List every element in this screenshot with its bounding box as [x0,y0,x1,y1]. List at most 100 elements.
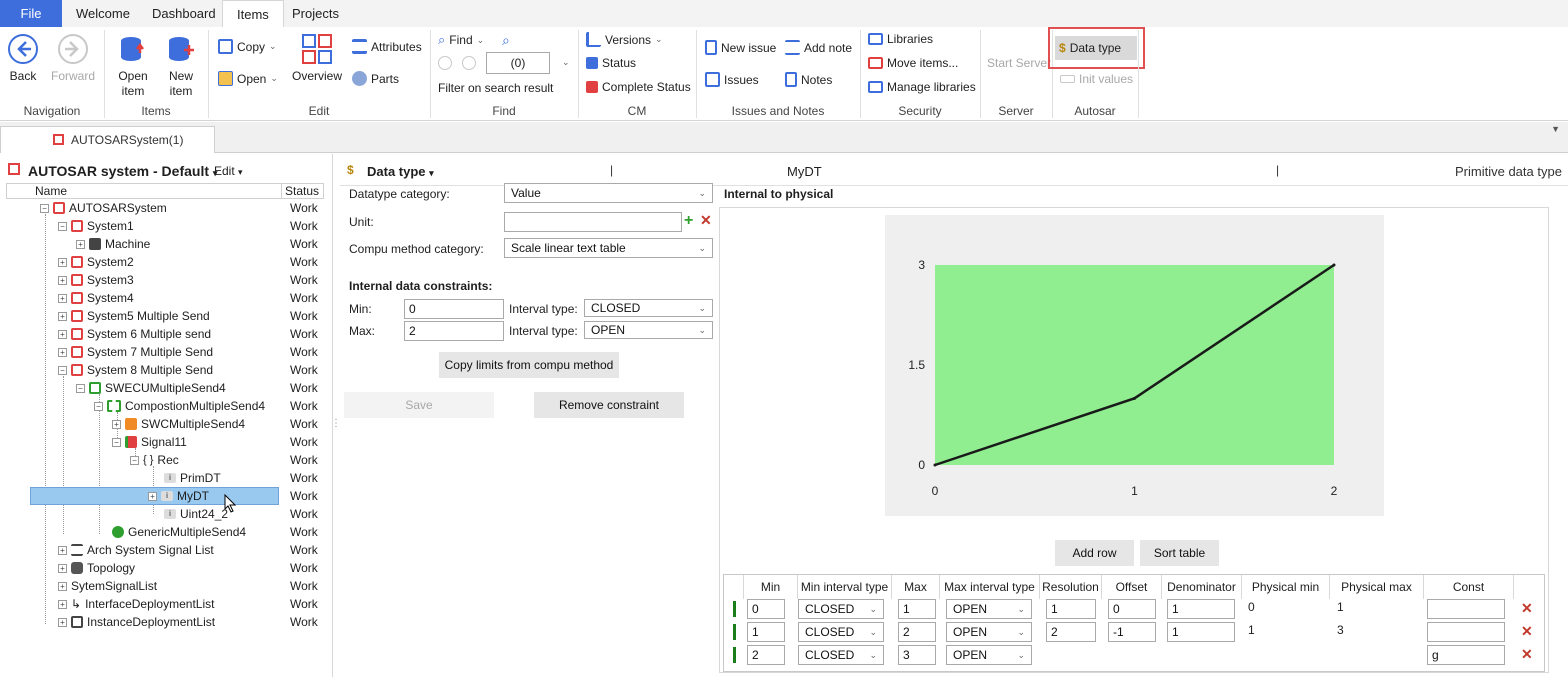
remove-constraint-button[interactable]: Remove constraint [534,392,684,418]
tree-node[interactable]: − System 8 Multiple Send [58,361,213,379]
tree-node[interactable]: + System4 [58,289,134,307]
tree-node[interactable]: − System1 [58,217,134,235]
row-max-type-select[interactable]: OPEN ⌄ [946,645,1032,665]
tree-node[interactable]: + System5 Multiple Send [58,307,210,325]
row-denominator-input[interactable] [1167,622,1235,642]
row-max-type-select[interactable]: OPEN ⌄ [946,599,1032,619]
delete-row-icon[interactable]: ✕ [1521,600,1533,617]
start-server-button[interactable]: Start Server [987,56,1051,70]
new-item-button[interactable]: New item [160,33,202,99]
col-min-interval-type[interactable]: Min interval type [798,575,892,599]
col-physical-min[interactable]: Physical min [1242,575,1330,599]
tree-node[interactable]: i Uint24_2 [164,505,228,523]
col-denominator[interactable]: Denominator [1162,575,1242,599]
find-button[interactable]: ⌕ Find ⌄ [438,32,484,48]
delete-row-icon[interactable]: ✕ [1521,646,1533,663]
row-const-input[interactable] [1427,622,1505,642]
row-resolution-input[interactable] [1046,599,1096,619]
row-min-type-select[interactable]: CLOSED ⌄ [798,599,884,619]
find-advanced-icon[interactable]: ⌕ [502,32,510,49]
tree-node[interactable]: − AUTOSARSystem [40,199,167,217]
issues-button[interactable]: Issues [705,72,759,87]
versions-button[interactable]: Versions ⌄ [586,32,663,47]
init-values-button[interactable]: Init values [1060,72,1133,86]
min-input[interactable] [404,299,504,319]
col-physical-max[interactable]: Physical max [1330,575,1424,599]
add-unit-icon[interactable]: + [684,212,693,230]
find-next-icon[interactable] [462,56,476,70]
tab-items[interactable]: Items [222,0,284,27]
tree-node[interactable]: + System 7 Multiple Send [58,343,213,361]
tree-edit-menu[interactable]: Edit ▾ [214,164,243,178]
row-denominator-input[interactable] [1167,599,1235,619]
find-dropdown-icon[interactable]: ⌄ [562,57,570,68]
back-button[interactable]: Back [4,33,42,84]
filter-search-button[interactable]: Filter on search result [438,81,553,95]
delete-row-icon[interactable]: ✕ [1521,623,1533,640]
row-min-input[interactable] [747,599,785,619]
row-resolution-input[interactable] [1046,622,1096,642]
tab-welcome[interactable]: Welcome [62,0,144,27]
tree-node[interactable]: + InstanceDeploymentList [58,613,215,631]
tree-node[interactable]: − CompostionMultipleSend4 [94,397,265,415]
row-min-type-select[interactable]: CLOSED ⌄ [798,622,884,642]
row-max-input[interactable] [898,599,936,619]
row-max-input[interactable] [898,622,936,642]
find-count-field[interactable]: (0) [486,52,550,74]
tree-node[interactable]: − SWECUMultipleSend4 [76,379,226,397]
tree-node[interactable]: i PrimDT [164,469,221,487]
tree-node[interactable]: + Machine [76,235,150,253]
copy-button[interactable]: Copy ⌄ [218,39,277,54]
tree-node[interactable]: − Signal11 [112,433,187,451]
tree-node[interactable]: + System3 [58,271,134,289]
save-button[interactable]: Save [344,392,494,418]
manage-libraries-button[interactable]: Manage libraries [868,80,976,94]
row-const-input[interactable] [1427,599,1505,619]
copy-limits-button[interactable]: Copy limits from compu method [439,352,619,378]
tree-node[interactable]: + SytemSignalList [58,577,157,595]
find-prev-icon[interactable] [438,56,452,70]
col-resolution[interactable]: Resolution [1040,575,1102,599]
libraries-button[interactable]: Libraries [868,32,933,46]
tree-node[interactable]: + System 6 Multiple send [58,325,211,343]
tree-title[interactable]: AUTOSAR system - Default ▾ [28,163,217,179]
row-max-input[interactable] [898,645,936,665]
notes-button[interactable]: Notes [785,72,832,87]
datatype-category-select[interactable]: Value ⌄ [504,183,713,203]
tree-node[interactable]: + ↳ InterfaceDeploymentList [58,595,214,613]
max-interval-select[interactable]: OPEN ⌄ [584,321,713,339]
row-max-type-select[interactable]: OPEN ⌄ [946,622,1032,642]
min-interval-select[interactable]: CLOSED ⌄ [584,299,713,317]
tree-node[interactable]: + System2 [58,253,134,271]
row-const-input[interactable] [1427,645,1505,665]
tab-projects[interactable]: Projects [278,0,353,27]
col-name[interactable]: Name [35,184,67,198]
tab-dashboard[interactable]: Dashboard [138,0,230,27]
col-max-interval-type[interactable]: Max interval type [940,575,1040,599]
unit-input[interactable] [504,212,682,232]
tab-file[interactable]: File [0,0,62,27]
col-const[interactable]: Const [1424,575,1514,599]
add-note-button[interactable]: Add note [785,40,852,55]
tree-node[interactable]: GenericMultipleSend4 [112,523,246,541]
tree-node-selected[interactable]: + i MyDT [148,487,209,505]
max-input[interactable] [404,321,504,341]
data-type-button[interactable]: $ Data type [1055,36,1137,60]
overview-button[interactable]: Overview [290,33,344,84]
status-button[interactable]: Status [586,56,636,70]
col-offset[interactable]: Offset [1102,575,1162,599]
tree-node[interactable]: −{ } Rec [130,451,179,469]
row-min-input[interactable] [747,622,785,642]
open-item-button[interactable]: Open item [112,33,154,99]
document-tab[interactable]: AUTOSARSystem(1) [0,126,215,153]
col-status[interactable]: Status [285,184,319,198]
row-offset-input[interactable] [1108,622,1156,642]
open-button[interactable]: Open ⌄ [218,71,278,86]
tree-node[interactable]: + SWCMultipleSend4 [112,415,245,433]
editor-type-dropdown[interactable]: Data type ▾ [367,164,434,179]
col-max[interactable]: Max [892,575,940,599]
row-min-type-select[interactable]: CLOSED ⌄ [798,645,884,665]
complete-status-button[interactable]: Complete Status [586,80,691,94]
parts-button[interactable]: Parts [352,71,399,86]
col-min[interactable]: Min [744,575,798,599]
